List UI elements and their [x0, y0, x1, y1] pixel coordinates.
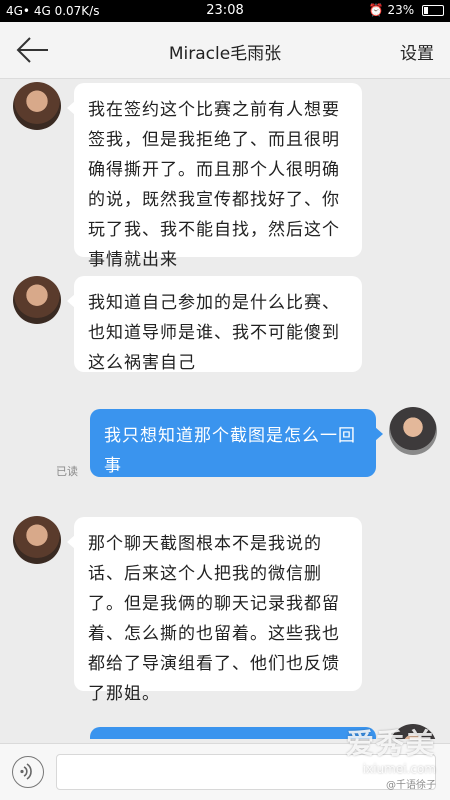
input-bar — [0, 743, 450, 800]
battery-icon — [422, 5, 444, 16]
voice-icon — [20, 763, 32, 780]
alarm-icon: ⏰ — [368, 3, 384, 17]
battery-percent: 23% — [387, 3, 415, 17]
message-bubble[interactable]: 那个聊天截图根本不是我说的话、后来这个人把我的微信删了。但是我俩的聊天记录我都留… — [67, 517, 362, 704]
chat-messages[interactable]: 我在签约这个比赛之前有人想要签我，但是我拒绝了、而且很明确得撕开了。而且那个人很… — [0, 79, 450, 739]
message-input[interactable] — [56, 754, 436, 790]
read-receipt: 已读 — [56, 465, 78, 478]
contact-name: Miracle毛雨张 — [168, 44, 282, 64]
battery-indicator: ⏰ 23% — [369, 3, 444, 17]
battery-fill — [424, 7, 428, 14]
my-avatar[interactable] — [389, 407, 437, 455]
my-message-bubble[interactable]: 我只想知道那个截图是怎么一回事 — [90, 409, 383, 477]
my-avatar[interactable] — [389, 724, 437, 739]
contact-avatar[interactable] — [13, 516, 61, 564]
chat-header: Miracle毛雨张 设置 — [0, 22, 450, 79]
status-bar: 4G• 4G 0.07K/s 23:08 ⏰ 23% — [0, 0, 450, 22]
message-bubble[interactable]: 我在签约这个比赛之前有人想要签我，但是我拒绝了、而且很明确得撕开了。而且那个人很… — [67, 83, 362, 270]
message-bubble[interactable]: 我知道自己参加的是什么比赛、也知道导师是谁、我不可能傻到这么祸害自己 — [67, 276, 362, 373]
contact-avatar[interactable] — [13, 276, 61, 324]
voice-input-button[interactable] — [12, 756, 44, 788]
my-message-bubble[interactable] — [90, 727, 376, 739]
settings-button[interactable]: 设置 — [400, 39, 434, 64]
contact-avatar[interactable] — [13, 82, 61, 130]
